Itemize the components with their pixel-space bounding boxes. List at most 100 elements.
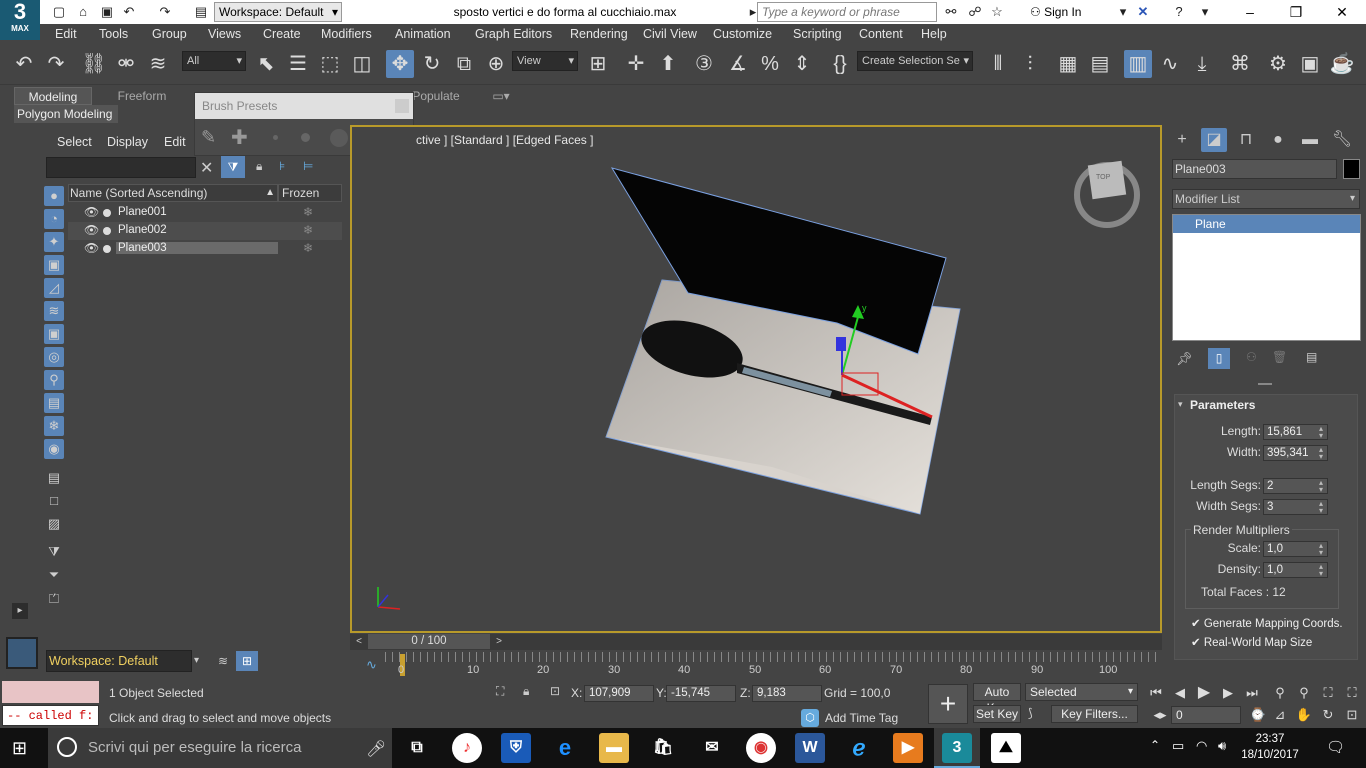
selection-filter-dropdown[interactable]: All ▾ xyxy=(182,51,246,71)
keyboard-shortcut-override-icon[interactable]: ⬆ xyxy=(654,50,682,78)
frozen-snowflake-icon[interactable]: ❄ xyxy=(303,223,313,237)
generate-mapping-checkbox[interactable]: ✔ Generate Mapping Coords. xyxy=(1191,616,1343,630)
binoculars-icon[interactable]: ⚯ xyxy=(942,3,960,21)
make-unique-icon[interactable]: ⚇ xyxy=(1246,350,1257,364)
chevron-down-icon[interactable]: ▾ xyxy=(194,655,199,666)
pan-view-icon[interactable]: ✋ xyxy=(1294,706,1314,724)
microphone-icon[interactable]: 🎤︎ xyxy=(366,739,386,759)
add-time-tag[interactable]: Add Time Tag xyxy=(825,711,898,725)
frozen-snowflake-icon[interactable]: ❄ xyxy=(303,241,313,255)
defender-icon[interactable]: ⛨ xyxy=(501,733,531,763)
visibility-eye-icon[interactable]: 👁︎ xyxy=(84,223,99,237)
display-hidden-icon[interactable]: ◉ xyxy=(44,439,64,459)
close-button[interactable]: ✕ xyxy=(1322,0,1362,24)
real-world-checkbox[interactable]: ✔ Real-World Map Size xyxy=(1191,635,1312,649)
save-icon[interactable]: ▣ xyxy=(98,3,116,21)
lock-icon[interactable]: 🔒︎ xyxy=(256,159,262,174)
display-invert-icon[interactable]: ▨ xyxy=(44,514,64,534)
table-row[interactable]: 👁︎ Plane003 ❄ xyxy=(68,240,342,258)
show-hidden-icons[interactable]: ⌃ xyxy=(1150,738,1160,752)
frozen-snowflake-icon[interactable]: ❄ xyxy=(303,205,313,219)
select-by-name-icon[interactable]: ☰ xyxy=(284,50,312,78)
maximize-viewport-icon[interactable]: ⊡ xyxy=(1342,706,1362,724)
menu-scripting[interactable]: Scripting xyxy=(793,24,842,45)
time-configuration-icon[interactable]: ⌚ xyxy=(1248,706,1268,724)
exchange-icon[interactable]: ✕ xyxy=(1134,3,1152,21)
render-dot-icon[interactable] xyxy=(103,227,111,235)
word-icon[interactable]: W xyxy=(795,733,825,763)
utilities-tab-icon[interactable]: 🔧︎ xyxy=(1329,128,1355,152)
store-icon[interactable]: 🛍︎ xyxy=(648,733,678,763)
table-row[interactable]: 👁︎ Plane001 ❄ xyxy=(68,204,342,222)
select-and-scale-icon[interactable]: ⧉ xyxy=(450,50,478,78)
layers-icon[interactable]: ≋ xyxy=(212,651,234,671)
set-key-button[interactable]: Set Key xyxy=(973,705,1021,723)
curve-editor-icon[interactable]: ∿ xyxy=(1156,50,1184,78)
set-key-big-button[interactable]: + xyxy=(928,684,968,724)
edit-named-selection-icon[interactable]: {} xyxy=(826,50,854,78)
current-frame-field[interactable]: 0 xyxy=(1171,706,1241,724)
app-logo[interactable]: 3 MAX xyxy=(0,0,40,40)
edge-icon[interactable]: e xyxy=(550,733,580,763)
display-xrefs-icon[interactable]: ◎ xyxy=(44,347,64,367)
isolate-selection-icon[interactable]: ⛶ xyxy=(496,684,504,699)
explorer-options-icon[interactable]: ⏍ xyxy=(44,589,64,609)
brush-manager-icon[interactable]: ✎ xyxy=(201,127,216,148)
remove-modifier-icon[interactable]: 🗑︎ xyxy=(1272,350,1287,364)
key-mode-toggle-icon[interactable]: ◂▸ xyxy=(1150,706,1170,724)
rollout-collapse-icon[interactable]: ▾ xyxy=(1178,399,1183,410)
minimize-button[interactable]: – xyxy=(1230,0,1270,24)
brush-presets-title[interactable]: Brush Presets xyxy=(195,93,413,119)
viewport-scene[interactable]: y TOP xyxy=(352,127,1160,631)
modifier-list-dropdown[interactable]: Modifier List ▾ xyxy=(1172,189,1360,209)
auto-key-button[interactable]: Auto Key xyxy=(973,683,1021,715)
zoom-extents-all-icon[interactable]: ⛶ xyxy=(1342,684,1362,702)
play-icon[interactable]: ▶ xyxy=(1194,684,1214,702)
select-and-place-icon[interactable]: ⊕ xyxy=(482,50,510,78)
pivot-center-icon[interactable]: ⊞ xyxy=(584,50,612,78)
battery-icon[interactable]: ▭ xyxy=(1172,738,1184,754)
show-end-result-icon[interactable]: ▯ xyxy=(1208,348,1230,369)
chevron-down-icon[interactable]: ▾ xyxy=(1196,3,1214,21)
next-frame-icon[interactable]: ▶︎ xyxy=(1218,684,1238,702)
filter-icon[interactable]: ⧩ xyxy=(221,156,245,178)
menu-create[interactable]: Create xyxy=(263,24,301,45)
menu-customize[interactable]: Customize xyxy=(713,24,772,45)
scene-menu-display[interactable]: Display xyxy=(107,135,148,149)
redo-icon[interactable]: ↷ xyxy=(156,3,174,21)
brush-preset-small[interactable] xyxy=(273,135,278,140)
itunes-icon[interactable]: ♪ xyxy=(452,733,482,763)
sign-in-button[interactable]: ⚇ Sign In xyxy=(1030,0,1081,24)
go-to-end-icon[interactable]: ⏭ xyxy=(1242,684,1262,702)
prev-frame-arrow-icon[interactable]: < xyxy=(352,634,366,649)
window-crossing-icon[interactable]: ◫ xyxy=(348,50,376,78)
link-icon[interactable]: ⛓ xyxy=(80,50,108,78)
render-setup-icon[interactable]: ⚙ xyxy=(1264,50,1292,78)
toggle-scene-explorer-icon[interactable]: ▥ xyxy=(1124,50,1152,78)
workspace-selector[interactable]: Workspace: Default xyxy=(46,650,192,672)
create-tab-icon[interactable]: + xyxy=(1169,128,1195,152)
search-input[interactable]: Type a keyword or phrase xyxy=(757,2,937,22)
key-filters-button[interactable]: Key Filters... xyxy=(1051,705,1138,723)
display-all-icon[interactable]: ▤ xyxy=(44,468,64,488)
display-shapes-icon[interactable]: ◔ xyxy=(44,209,64,229)
modify-tab-icon[interactable]: ◪ xyxy=(1201,128,1227,152)
stack-item-plane[interactable]: Plane xyxy=(1173,215,1360,233)
workspace-dropdown[interactable]: Workspace: Default ▾ xyxy=(214,2,342,22)
redo-icon[interactable]: ↷ xyxy=(42,50,70,78)
menu-rendering[interactable]: Rendering xyxy=(570,24,628,45)
display-bones-icon[interactable]: ⚲ xyxy=(44,370,64,390)
menu-edit[interactable]: Edit xyxy=(55,24,77,45)
render-dot-icon[interactable] xyxy=(103,209,111,217)
select-and-rotate-icon[interactable]: ↻ xyxy=(418,50,446,78)
menu-animation[interactable]: Animation xyxy=(395,24,451,45)
taskbar-search-input[interactable]: Scrivi qui per eseguire la ricerca xyxy=(48,728,392,768)
3dsmax-icon[interactable]: 3 xyxy=(942,733,972,763)
visibility-eye-icon[interactable]: 👁︎ xyxy=(84,241,99,255)
selection-lock-icon[interactable]: 🔒︎ xyxy=(523,684,529,699)
menu-content[interactable]: Content xyxy=(859,24,903,45)
key-mode-icon[interactable]: ⟆ xyxy=(1028,706,1033,720)
width-segs-spinner[interactable]: 3 xyxy=(1263,499,1328,515)
photos-icon[interactable]: ⛰ xyxy=(991,733,1021,763)
hierarchy-view-icon[interactable]: ⊞ xyxy=(236,651,258,671)
